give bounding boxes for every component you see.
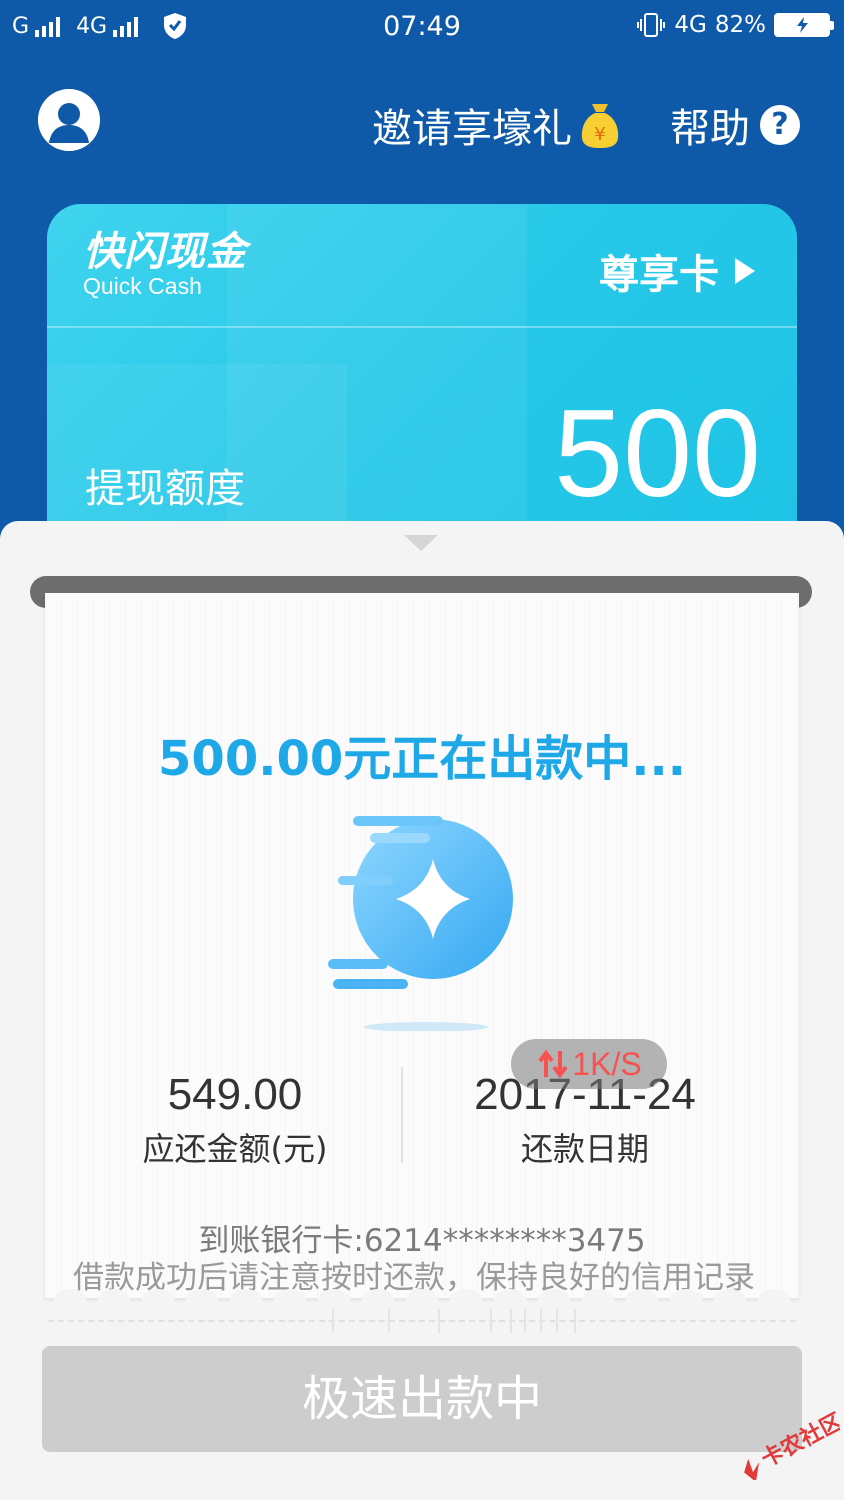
help-button[interactable]: 帮助 ? — [670, 96, 800, 154]
money-bag-icon: ¥ — [581, 104, 619, 148]
help-label: 帮助 — [670, 106, 750, 152]
payout-sheet: 500.00元正在出款中... 549.00 应还金额(元) 2017-11-2 — [0, 521, 844, 1500]
invite-button[interactable]: 邀请享壕礼 ¥ — [372, 96, 622, 154]
play-arrow-icon — [735, 258, 755, 284]
repay-amount-label: 应还金额(元) — [142, 1130, 328, 1168]
app-header: 邀请享壕礼 ¥ 帮助 ? — [0, 56, 844, 186]
bank-card-info: 到账银行卡:6214********3475 — [198, 1223, 646, 1259]
status-right: 4G 82% — [636, 12, 834, 38]
watermark-logo: 卡农社区 — [744, 1410, 840, 1480]
battery-icon — [774, 13, 834, 37]
transfer-arrows-icon — [538, 1049, 568, 1079]
network-type: 4G — [674, 12, 707, 38]
status-bar: G 4G 07:49 4G 82% — [0, 0, 844, 56]
payout-status: 500.00元正在出款中... — [158, 731, 686, 787]
speed-value: 1K/S — [572, 1046, 642, 1082]
brand-logo: 快闪现金 Quick Cash — [83, 230, 247, 298]
limit-label: 提现额度 — [85, 466, 245, 512]
quota-card: 快闪现金 Quick Cash 尊享卡 提现额度 500 — [47, 204, 797, 544]
receipt: 500.00元正在出款中... 549.00 应还金额(元) 2017-11-2 — [45, 593, 799, 1298]
stat-divider — [401, 1067, 403, 1163]
brand-name-en: Quick Cash — [83, 273, 202, 299]
tear-ticks — [48, 1309, 796, 1335]
svg-text:卡农社区: 卡农社区 — [757, 1410, 840, 1473]
svg-text:¥: ¥ — [594, 124, 605, 145]
battery-percent: 82% — [714, 12, 766, 38]
brand-name-cn: 快闪现金 — [83, 229, 247, 275]
speed-badge: 1K/S — [511, 1039, 667, 1089]
tier-link[interactable]: 尊享卡 — [599, 242, 755, 300]
repay-date-label: 还款日期 — [520, 1130, 649, 1168]
repay-amount-value: 549.00 — [167, 1070, 303, 1119]
coin-icon — [328, 816, 513, 1031]
repay-amount-block: 549.00 应还金额(元) — [55, 1069, 415, 1173]
vibrate-icon — [637, 13, 666, 37]
collapse-arrow-icon[interactable] — [404, 535, 438, 551]
tier-label: 尊享卡 — [599, 252, 719, 298]
avatar-button[interactable] — [38, 89, 100, 151]
limit-value: 500 — [554, 385, 761, 523]
payout-button[interactable]: 极速出款中 — [42, 1346, 802, 1452]
card-divider — [47, 326, 797, 328]
user-icon — [38, 89, 100, 151]
invite-label: 邀请享壕礼 — [372, 106, 572, 152]
help-icon: ? — [760, 105, 800, 145]
